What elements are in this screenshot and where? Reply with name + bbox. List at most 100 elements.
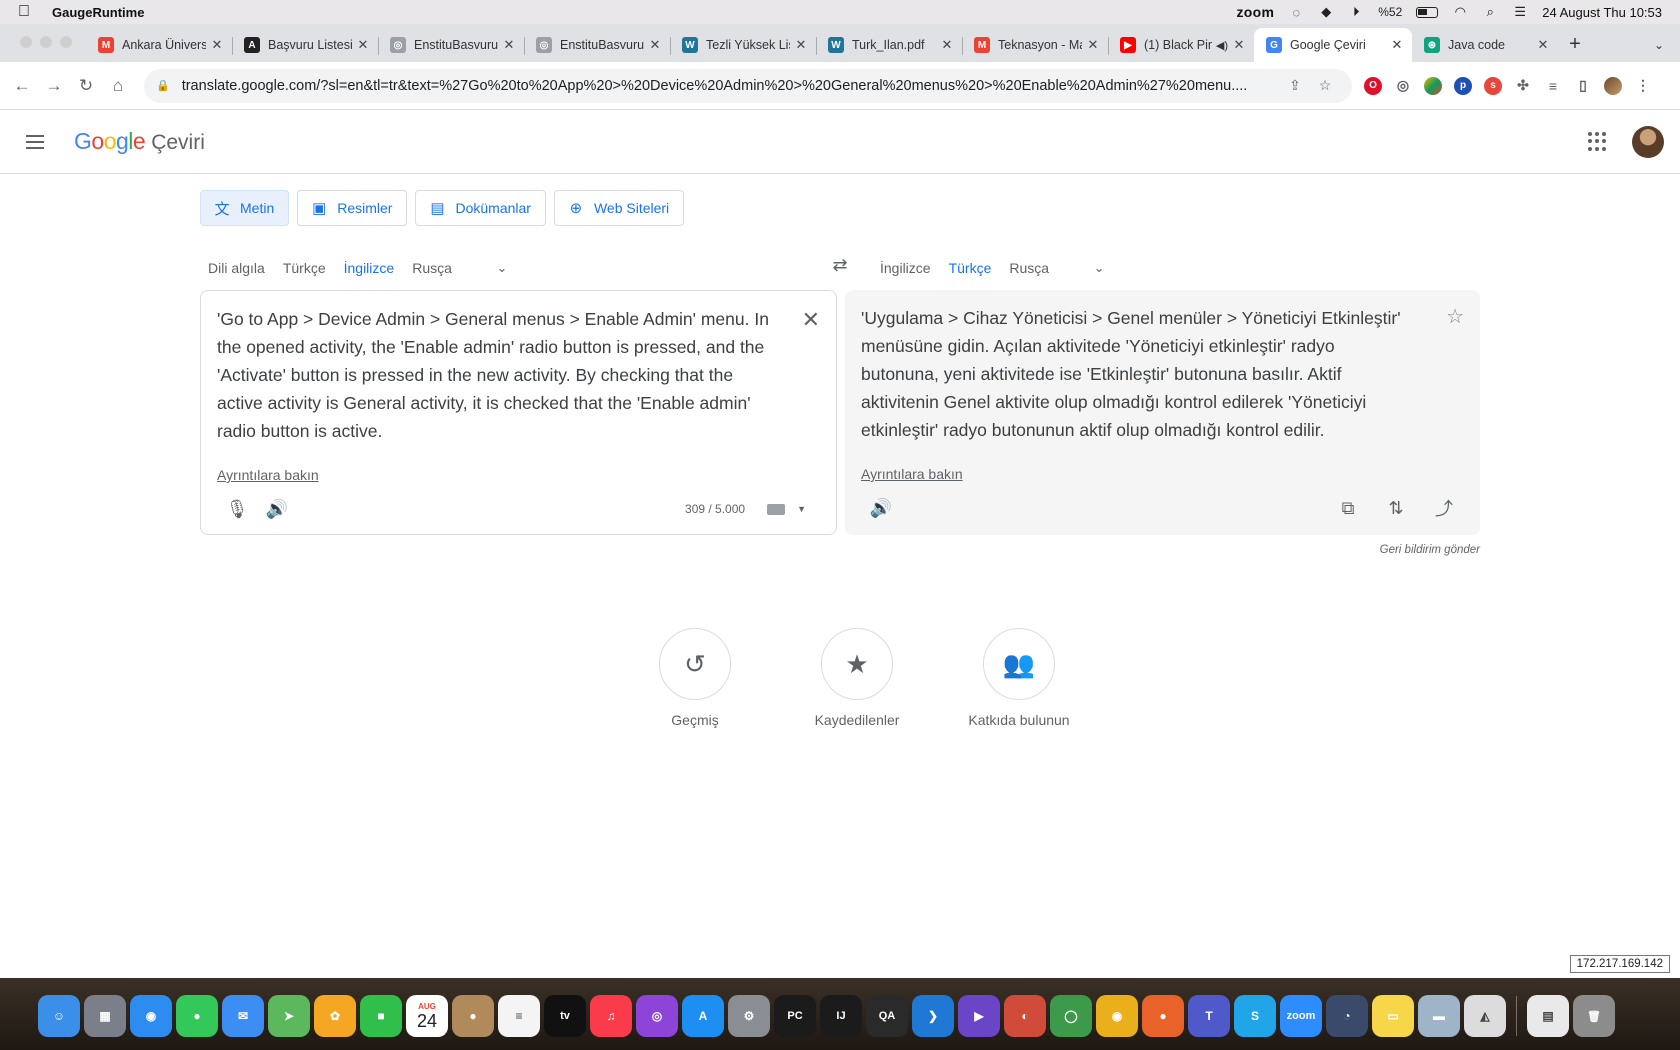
- facetime-icon[interactable]: ■: [360, 995, 402, 1037]
- browser-tab[interactable]: W Turk_Ilan.pdf ✕: [816, 28, 962, 62]
- keyboard-dropdown-icon[interactable]: ▼: [797, 504, 806, 514]
- apple-logo-icon[interactable]: : [18, 3, 38, 21]
- browser-tab[interactable]: ⊛ Java code ✕: [1412, 28, 1558, 62]
- save-translation-star-icon[interactable]: ☆: [1446, 304, 1464, 329]
- trash-icon[interactable]: 🗑: [1573, 995, 1615, 1037]
- close-tab-icon[interactable]: ✕: [210, 37, 224, 53]
- rate-translation-icon[interactable]: ⇅: [1376, 490, 1416, 526]
- notes-icon[interactable]: ▭: [1372, 995, 1414, 1037]
- messages-icon[interactable]: ●: [176, 995, 218, 1037]
- preview-icon[interactable]: ◐: [1004, 995, 1046, 1037]
- close-tab-icon[interactable]: ✕: [794, 37, 808, 53]
- simulator-icon[interactable]: ◔: [1326, 995, 1368, 1037]
- zoom-status-label[interactable]: zoom: [1236, 4, 1274, 20]
- browser-tab[interactable]: M Teknasyon - Mail ✕: [962, 28, 1108, 62]
- control-center-icon[interactable]: ☰: [1512, 4, 1528, 19]
- mode-tab[interactable]: ▤ Dokümanlar: [415, 190, 546, 226]
- appstore-icon[interactable]: A: [682, 995, 724, 1037]
- reload-button[interactable]: ↻: [70, 76, 102, 96]
- appletv-icon[interactable]: tv: [544, 995, 586, 1037]
- address-bar[interactable]: 🔒 translate.google.com/?sl=en&tl=tr&text…: [144, 68, 1352, 103]
- share-icon[interactable]: ⇪: [1280, 77, 1310, 94]
- mode-tab[interactable]: ⊕ Web Siteleri: [553, 190, 685, 226]
- android-studio-icon[interactable]: ◯: [1050, 995, 1092, 1037]
- bookmark-star-icon[interactable]: ☆: [1310, 77, 1340, 94]
- colorful-extension-icon[interactable]: [1424, 76, 1442, 95]
- chrome-icon[interactable]: ◉: [1096, 995, 1138, 1037]
- feature-button[interactable]: 👥 Katkıda bulunun: [964, 628, 1074, 728]
- spotlight-search-icon[interactable]: ⌕: [1482, 4, 1498, 19]
- back-button[interactable]: ←: [6, 76, 38, 96]
- feature-button[interactable]: ★ Kaydedilenler: [802, 628, 912, 728]
- close-tab-icon[interactable]: ✕: [940, 37, 954, 53]
- screen-share-icon[interactable]: ◌: [1288, 5, 1304, 20]
- extensions-puzzle-icon[interactable]: ✣: [1514, 77, 1532, 95]
- play-icon[interactable]: ⏵: [1348, 4, 1364, 19]
- browser-tab[interactable]: W Tezli Yüksek Lisans ✕: [670, 28, 816, 62]
- language-tab[interactable]: Rusça: [1001, 244, 1057, 292]
- address-url[interactable]: translate.google.com/?sl=en&tl=tr&text=%…: [182, 78, 1280, 94]
- extension-circle-icon[interactable]: ◎: [1394, 77, 1412, 95]
- disk-icon[interactable]: ▬: [1418, 995, 1460, 1037]
- finder-icon[interactable]: ☺: [38, 995, 80, 1037]
- profile-avatar[interactable]: [1604, 76, 1622, 95]
- browser-tab[interactable]: ▶ (1) Black Pink ◀) ✕: [1108, 28, 1254, 62]
- menubar-clock[interactable]: 24 August Thu 10:53: [1542, 5, 1662, 20]
- close-tab-icon[interactable]: ✕: [502, 37, 516, 53]
- skype-icon[interactable]: S: [1234, 995, 1276, 1037]
- forward-button[interactable]: →: [38, 76, 70, 96]
- language-tab[interactable]: Dili algıla: [200, 244, 273, 292]
- source-details-link[interactable]: Ayrıntılara bakın: [217, 467, 319, 483]
- zoom-app-icon[interactable]: zoom: [1280, 995, 1322, 1037]
- send-feedback-link[interactable]: Geri bildirim gönder: [1380, 544, 1480, 556]
- opera-extension-icon[interactable]: O: [1364, 76, 1382, 95]
- proxyman-icon[interactable]: ▶: [958, 995, 1000, 1037]
- microphone-icon[interactable]: 🎙: [217, 491, 257, 527]
- podcasts-icon[interactable]: ◎: [636, 995, 678, 1037]
- document-icon[interactable]: ▤: [1527, 995, 1569, 1037]
- maximize-window-button[interactable]: [60, 36, 72, 48]
- close-tab-icon[interactable]: ✕: [1390, 37, 1404, 53]
- launchpad-icon[interactable]: ▦: [84, 995, 126, 1037]
- language-tab[interactable]: Rusça: [404, 244, 460, 292]
- battery-icon[interactable]: [1416, 6, 1439, 18]
- firefox-icon[interactable]: ●: [1142, 995, 1184, 1037]
- teams-icon[interactable]: T: [1188, 995, 1230, 1037]
- intellij-icon[interactable]: IJ: [820, 995, 862, 1037]
- settings-icon[interactable]: ⚙: [728, 995, 770, 1037]
- more-languages-chevron-icon[interactable]: ⌄: [1079, 260, 1119, 276]
- browser-tab[interactable]: G Google Çeviri ✕: [1254, 28, 1412, 62]
- mail-icon[interactable]: ✉: [222, 995, 264, 1037]
- mode-tab[interactable]: ▣ Resimler: [297, 190, 408, 226]
- lock-icon[interactable]: 🔒: [156, 79, 170, 92]
- browser-tab[interactable]: ◎ EnstituBasvuru ✕: [524, 28, 670, 62]
- copy-translation-icon[interactable]: ⧉: [1328, 490, 1368, 526]
- language-tab[interactable]: Türkçe: [940, 244, 1000, 292]
- contacts-icon[interactable]: ●: [452, 995, 494, 1037]
- star-icon[interactable]: ★: [821, 628, 893, 700]
- share-translation-icon[interactable]: ⤴: [1424, 490, 1464, 526]
- close-window-button[interactable]: [20, 36, 32, 48]
- close-tab-icon[interactable]: ✕: [1086, 37, 1100, 53]
- browser-tab[interactable]: ◎ EnstituBasvuru ✕: [378, 28, 524, 62]
- close-tab-icon[interactable]: ✕: [1536, 37, 1550, 53]
- main-menu-icon[interactable]: [26, 134, 50, 149]
- user-avatar[interactable]: [1632, 125, 1664, 158]
- calendar-icon[interactable]: AUG 24: [406, 995, 448, 1037]
- jmeter-icon[interactable]: ◭: [1464, 995, 1506, 1037]
- side-panel-icon[interactable]: ▯: [1574, 77, 1592, 95]
- pinterest-extension-icon[interactable]: p: [1454, 76, 1472, 95]
- browser-tab[interactable]: A Başvuru Listesi ✕: [232, 28, 378, 62]
- keyboard-icon[interactable]: [767, 503, 786, 515]
- source-textarea[interactable]: 'Go to App > Device Admin > General menu…: [217, 305, 777, 445]
- minimize-window-button[interactable]: [40, 36, 52, 48]
- browser-menu-icon[interactable]: ⋮: [1634, 77, 1652, 95]
- google-translate-logo[interactable]: Google Çeviri: [74, 128, 205, 155]
- people-icon[interactable]: 👥: [983, 628, 1055, 700]
- target-details-link[interactable]: Ayrıntılara bakın: [861, 466, 963, 482]
- music-icon[interactable]: ♫: [590, 995, 632, 1037]
- maps-icon[interactable]: ➤: [268, 995, 310, 1037]
- active-app-name[interactable]: GaugeRuntime: [52, 5, 144, 20]
- more-languages-chevron-icon[interactable]: ⌄: [482, 260, 522, 276]
- swap-languages-icon[interactable]: ⇄: [828, 255, 852, 276]
